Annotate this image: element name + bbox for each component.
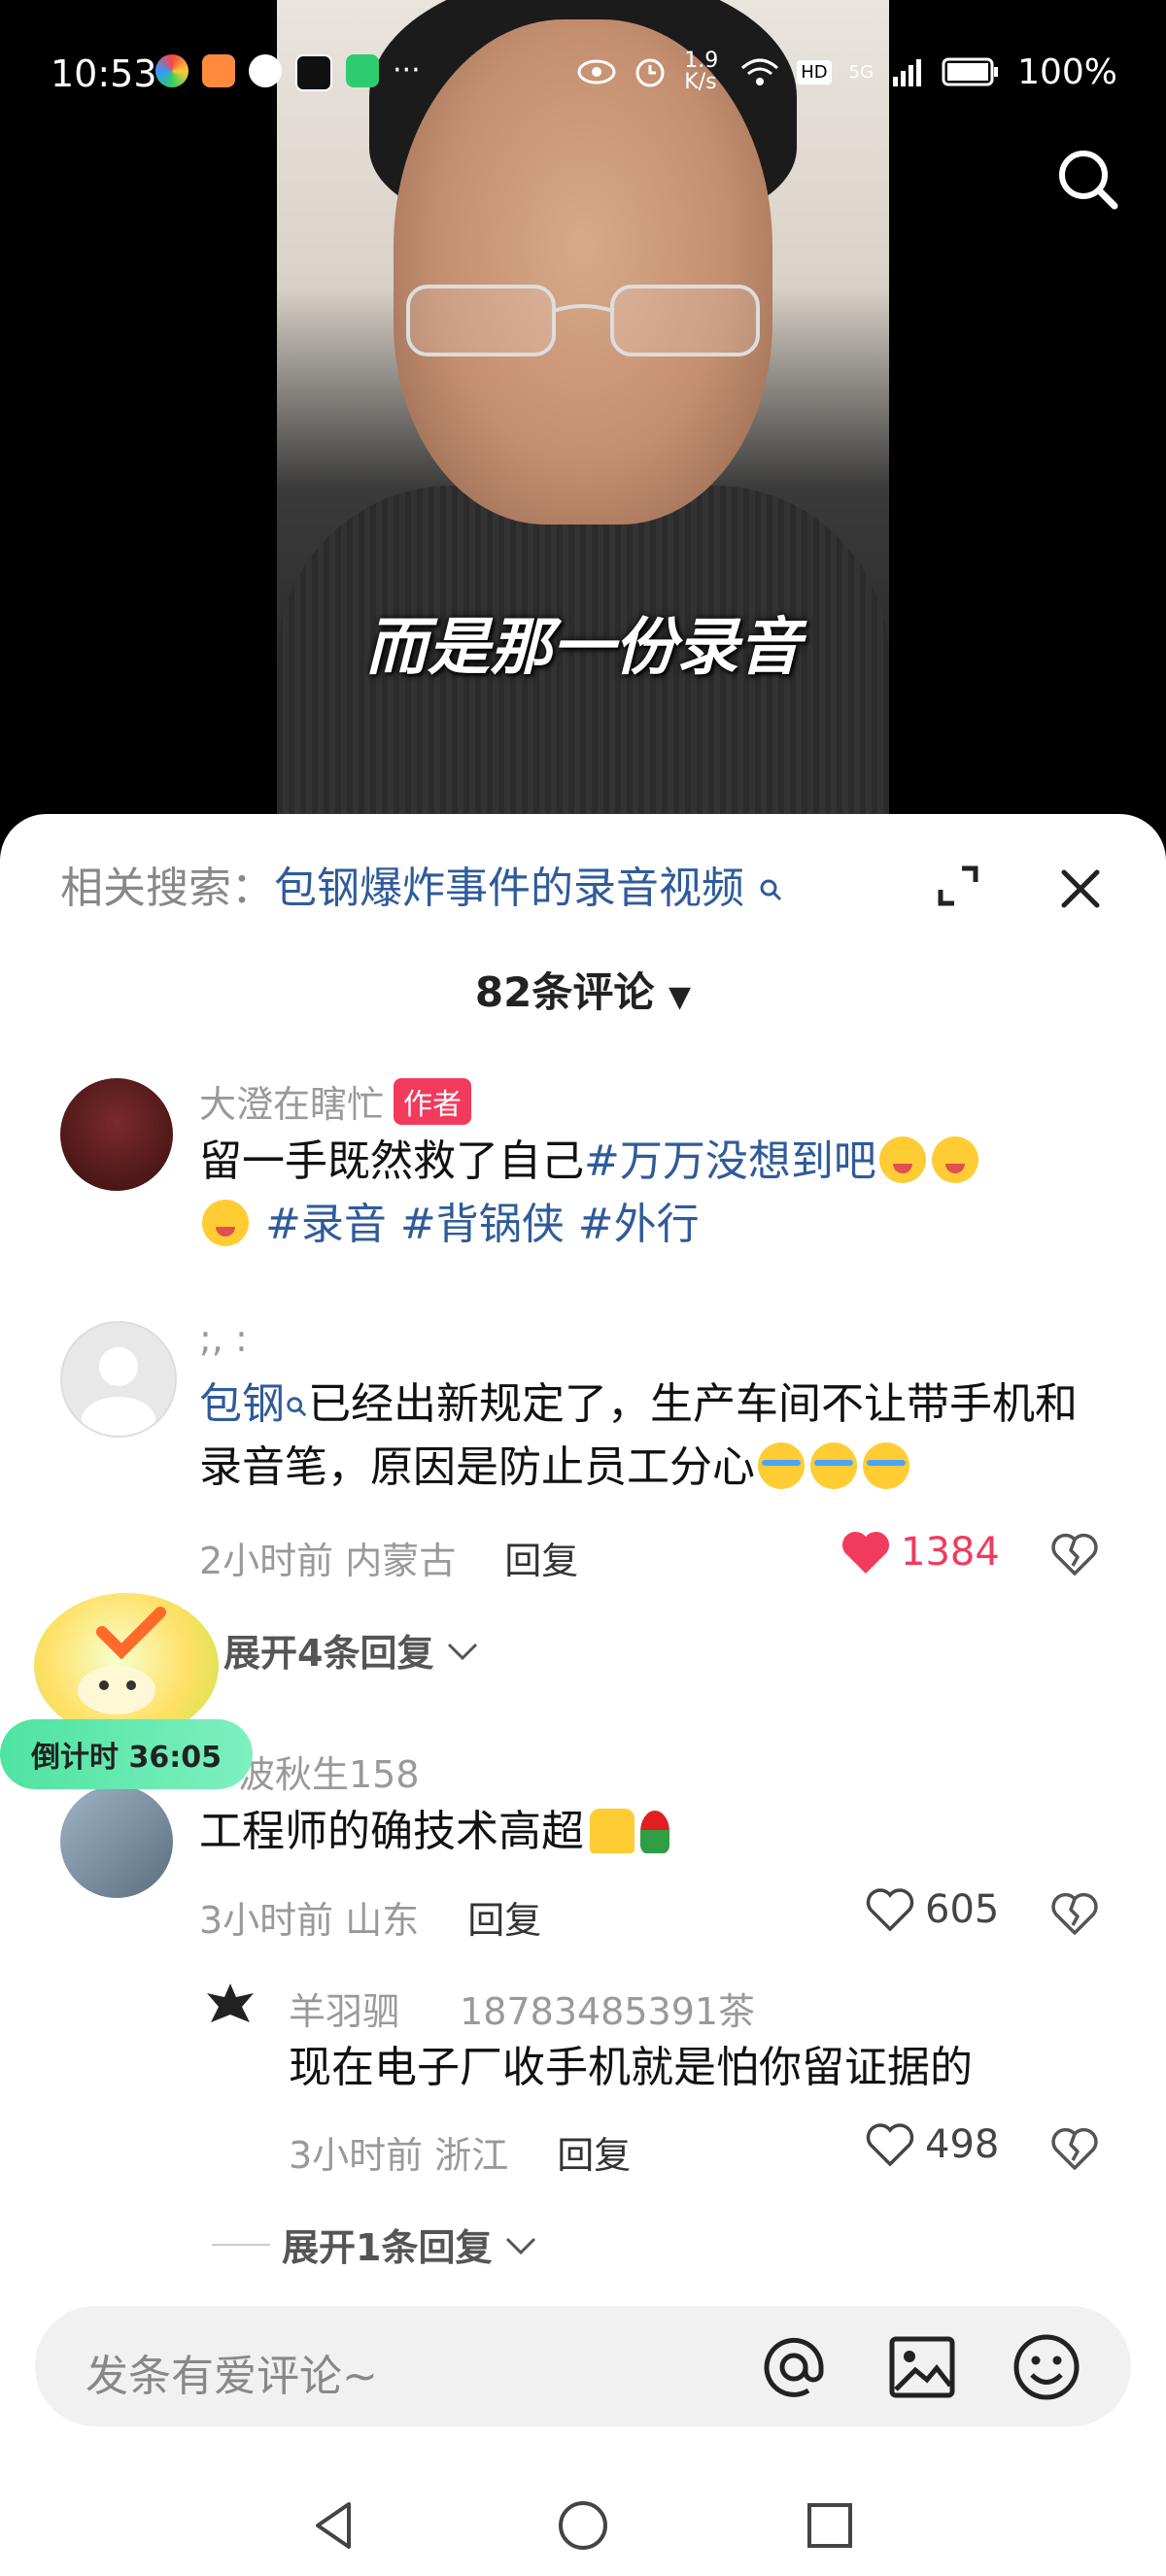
status-bar: 10:53 ··· 1.9 K/s HD 5G 100%	[0, 0, 1166, 146]
more-notifications-icon: ···	[393, 53, 421, 87]
mention-link[interactable]: 包钢	[199, 1379, 285, 1429]
avatar[interactable]	[60, 1321, 177, 1438]
signal-label: 5G	[848, 61, 874, 83]
network-speed: 1.9 K/s	[684, 49, 719, 94]
mention-at-icon[interactable]	[758, 2331, 830, 2403]
fullscreen-expand-icon[interactable]	[935, 863, 981, 909]
search-icon[interactable]	[1054, 146, 1122, 214]
expand-replies[interactable]: 展开1条回复	[212, 2218, 538, 2271]
comment-count[interactable]: 82条评论 ▼	[0, 960, 1166, 1019]
signal-icon	[893, 59, 922, 86]
author-badge: 作者	[394, 1078, 472, 1125]
like-count: 605	[925, 1887, 1000, 1932]
search-small-icon	[760, 879, 782, 901]
reply-button[interactable]: 回复	[504, 1540, 578, 1582]
wechat-icon	[249, 54, 282, 87]
comment-username[interactable]: 大澄在瞎忙 作者	[199, 1074, 472, 1128]
app-notification-icon	[202, 54, 235, 87]
reply-to-user[interactable]: 18783485391茶	[460, 1990, 755, 2033]
comment-text: 留一手既然救了自己#万万没想到吧 #录音 #背锅侠 #外行	[199, 1130, 1103, 1256]
app-notification-icon	[155, 54, 189, 87]
related-search-keyword[interactable]: 包钢爆炸事件的录音视频	[274, 864, 744, 913]
status-time: 10:53	[51, 52, 157, 95]
hashtag-link[interactable]: #录音	[265, 1200, 387, 1249]
like-button[interactable]: 498	[865, 2121, 999, 2168]
broken-heart-icon[interactable]	[1051, 1531, 1098, 1577]
broken-heart-icon[interactable]	[1051, 1890, 1098, 1937]
emoji-smile-icon[interactable]	[1011, 2331, 1082, 2403]
divider-line	[212, 2243, 270, 2246]
emoji-icon	[758, 1442, 805, 1489]
video-subtitle: 而是那一份录音	[365, 612, 801, 684]
heart-filled-icon	[841, 1531, 890, 1574]
task-mascot-icon[interactable]	[34, 1593, 219, 1739]
expand-replies[interactable]: 展开4条回复	[223, 1623, 480, 1677]
countdown-timer[interactable]: 倒计时 36:05	[0, 1719, 253, 1789]
avatar[interactable]	[60, 1078, 173, 1191]
heart-icon	[866, 2123, 914, 2167]
back-triangle-icon[interactable]	[306, 2496, 364, 2555]
chevron-down-icon	[448, 1643, 478, 1660]
comment-username[interactable]: ;, :	[199, 1317, 248, 1360]
hashtag-link[interactable]: #背锅侠	[400, 1200, 565, 1249]
eagle-crest-icon	[207, 1983, 254, 2022]
close-icon[interactable]	[1054, 863, 1107, 915]
reply-text: 现在电子厂收手机就是怕你留证据的	[289, 2043, 973, 2092]
reply-username[interactable]: 羊羽驷 18783485391茶	[289, 1982, 755, 2035]
emoji-icon	[810, 1442, 857, 1489]
hd-badge: HD	[797, 59, 832, 85]
comment-text: 包钢 已经出新规定了，生产车间不让带手机和录音笔，原因是防止员工分心	[199, 1379, 1078, 1492]
reply-button[interactable]: 回复	[467, 1899, 541, 1942]
battery-percent: 100%	[1017, 51, 1117, 92]
chevron-down-icon	[506, 2237, 536, 2254]
hashtag-link[interactable]: #万万没想到吧	[584, 1136, 876, 1186]
video-frame-glasses	[406, 285, 760, 356]
broken-heart-icon[interactable]	[1051, 2125, 1098, 2172]
comment-meta: 3小时前 山东 回复	[199, 1899, 542, 1942]
like-count: 1384	[901, 1530, 1000, 1575]
avatar[interactable]	[199, 1976, 261, 2038]
comment-input-bar[interactable]: 发条有爱评论~	[35, 2306, 1131, 2426]
comment-meta: 2小时前 内蒙古 回复	[199, 1540, 579, 1582]
reply-button[interactable]: 回复	[557, 2134, 631, 2177]
thumbs-up-icon	[590, 1809, 634, 1853]
checkmark-icon	[78, 1607, 166, 1714]
comment-username[interactable]: 波秋生158	[238, 1745, 420, 1798]
emoji-icon	[202, 1200, 249, 1246]
default-avatar-icon	[82, 1347, 155, 1436]
home-circle-icon[interactable]	[554, 2496, 612, 2555]
status-app-icons: ···	[155, 54, 421, 91]
avatar[interactable]	[60, 1785, 173, 1898]
image-icon[interactable]	[886, 2331, 958, 2403]
comment-input[interactable]: 发条有爱评论~	[86, 2341, 378, 2403]
search-small-icon	[287, 1397, 307, 1417]
eye-icon	[577, 59, 616, 85]
recents-square-icon[interactable]	[801, 2496, 859, 2555]
status-indicators: 1.9 K/s HD 5G 100%	[577, 51, 1117, 93]
heart-icon	[866, 1888, 914, 1932]
alarm-icon	[635, 58, 665, 87]
caret-down-icon: ▼	[669, 980, 692, 1014]
like-count: 498	[925, 2122, 1000, 2167]
emoji-icon	[931, 1136, 978, 1183]
battery-icon	[942, 57, 999, 86]
wifi-icon	[741, 58, 779, 85]
like-button[interactable]: 1384	[840, 1529, 1000, 1576]
app-notification-icon	[346, 54, 379, 87]
hashtag-link[interactable]: #外行	[578, 1200, 700, 1249]
related-search[interactable]: 相关搜索：包钢爆炸事件的录音视频	[60, 853, 783, 915]
system-nav-bar	[0, 2467, 1166, 2576]
comment-text: 工程师的确技术高超	[199, 1800, 1113, 1863]
comment-meta: 3小时前 浙江 回复	[289, 2134, 632, 2177]
emoji-icon	[863, 1442, 909, 1489]
like-button[interactable]: 605	[865, 1886, 999, 1933]
emoji-icon	[878, 1136, 926, 1183]
douyin-icon	[295, 54, 332, 91]
rose-icon	[640, 1811, 669, 1853]
related-search-label: 相关搜索：	[60, 864, 274, 913]
